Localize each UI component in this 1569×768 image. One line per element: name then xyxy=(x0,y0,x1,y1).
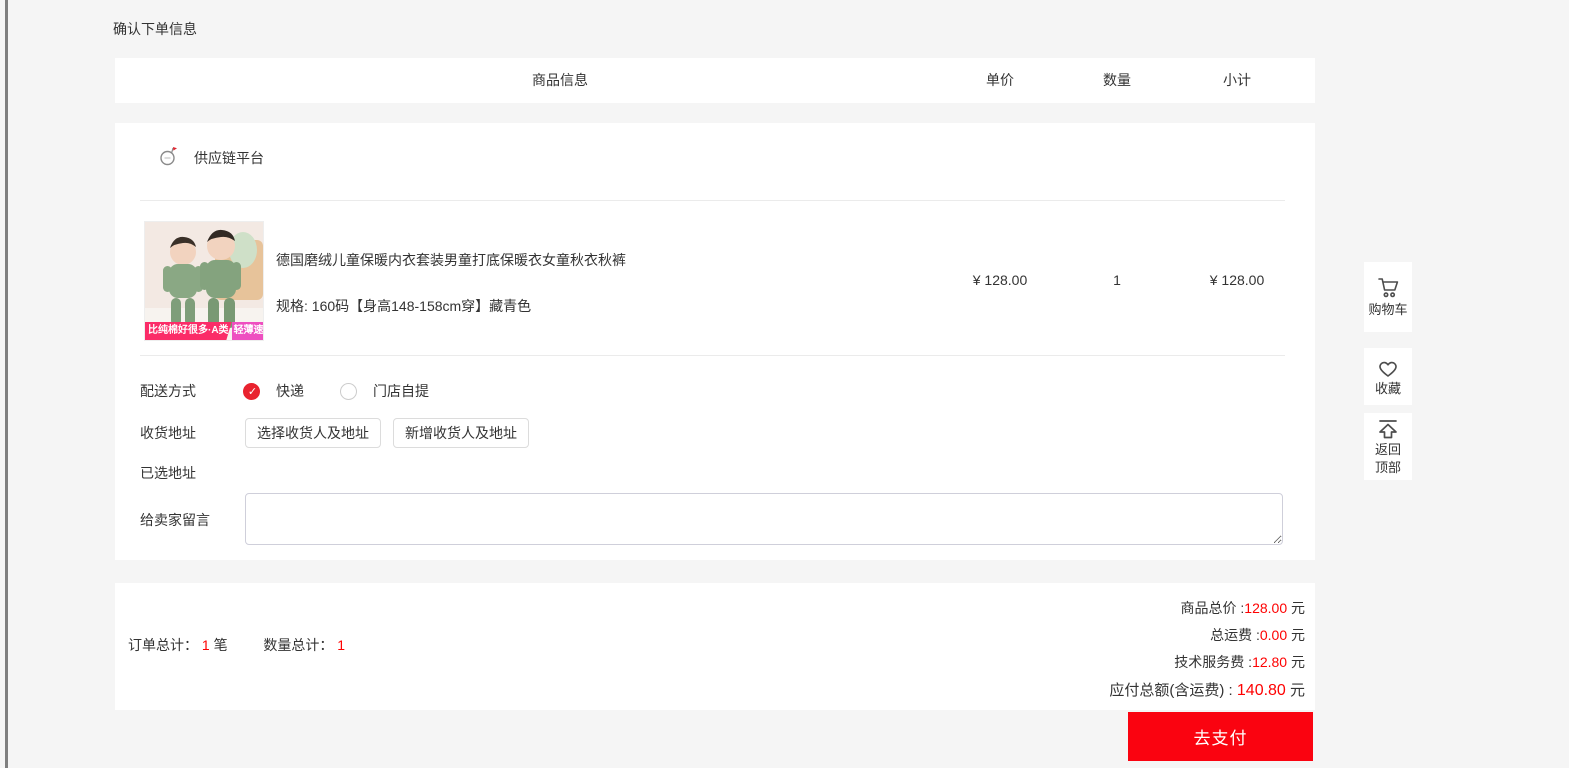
window-edge xyxy=(5,0,8,768)
column-header-product-info: 商品信息 xyxy=(532,58,588,103)
store-icon xyxy=(158,145,178,170)
quantity-total-label: 数量总计： xyxy=(263,637,333,653)
add-address-button[interactable]: 新增收货人及地址 xyxy=(393,418,529,448)
product-image-banner: 比纯棉好很多·A类 轻薄速暖 xyxy=(145,322,264,340)
page-title: 确认下单信息 xyxy=(113,19,197,39)
back-to-top-label-1: 返回 xyxy=(1375,442,1401,458)
store-name[interactable]: 供应链平台 xyxy=(194,148,264,168)
store-row: 供应链平台 xyxy=(158,145,264,170)
delivery-option-pickup[interactable]: 门店自提 xyxy=(340,381,429,401)
summary-shipping-fee: 总运费 :0.00 元 xyxy=(1210,625,1305,645)
cart-icon xyxy=(1375,276,1401,300)
price-summary: 商品总价 :128.00 元 总运费 :0.00 元 技术服务费 :12.80 … xyxy=(1109,598,1305,700)
order-totals: 订单总计： 1 笔 数量总计： 1 xyxy=(128,635,345,655)
column-header-unit-price: 单价 xyxy=(986,58,1014,103)
product-subtotal: ¥ 128.00 xyxy=(1210,272,1265,288)
selected-address-label: 已选地址 xyxy=(140,465,196,481)
summary-service-fee: 技术服务费 :12.80 元 xyxy=(1174,652,1305,672)
order-total-value: 1 xyxy=(202,637,210,653)
shipping-address-label: 收货地址 xyxy=(140,423,245,443)
heart-icon xyxy=(1375,356,1401,379)
divider xyxy=(140,200,1285,201)
divider xyxy=(140,355,1285,356)
radio-pickup[interactable] xyxy=(340,383,357,400)
product-quantity: 1 xyxy=(1113,272,1121,288)
shipping-address-row: 收货地址 选择收货人及地址 新增收货人及地址 xyxy=(140,418,529,448)
order-confirm-page: 确认下单信息 商品信息 单价 数量 小计 供应链平台 xyxy=(0,0,1569,768)
back-to-top-label-2: 顶部 xyxy=(1375,460,1401,476)
order-card: 供应链平台 xyxy=(115,123,1315,560)
product-image[interactable]: 比纯棉好很多·A类 轻薄速暖 xyxy=(144,221,264,341)
radio-pickup-label: 门店自提 xyxy=(373,381,429,401)
selected-address-row: 已选地址 xyxy=(140,463,196,483)
product-title[interactable]: 德国磨绒儿童保暖内衣套装男童打底保暖衣女童秋衣秋裤 xyxy=(276,250,936,270)
seller-message-input[interactable] xyxy=(245,493,1283,545)
favorite-label: 收藏 xyxy=(1375,381,1401,397)
go-pay-button[interactable]: 去支付 xyxy=(1128,712,1313,761)
product-spec: 规格: 160码【身高148-158cm穿】藏青色 xyxy=(276,296,936,316)
cart-label: 购物车 xyxy=(1368,302,1407,318)
table-header-card: 商品信息 单价 数量 小计 xyxy=(115,58,1315,103)
back-to-top-icon xyxy=(1376,418,1400,440)
sidebar-favorite[interactable]: 收藏 xyxy=(1364,348,1412,405)
badge-left: 比纯棉好很多·A类 xyxy=(145,322,232,340)
order-total-label: 订单总计： xyxy=(128,637,198,653)
delivery-method-row: 配送方式 快递 门店自提 xyxy=(140,375,429,407)
summary-card: 订单总计： 1 笔 数量总计： 1 商品总价 :128.00 元 总运费 :0.… xyxy=(115,583,1315,710)
seller-message-row: 给卖家留言 xyxy=(140,493,1283,545)
product-unit-price: ¥ 128.00 xyxy=(973,272,1028,288)
delivery-method-label: 配送方式 xyxy=(140,381,243,401)
summary-goods-total: 商品总价 :128.00 元 xyxy=(1181,598,1306,618)
select-address-button[interactable]: 选择收货人及地址 xyxy=(245,418,381,448)
column-header-quantity: 数量 xyxy=(1103,58,1131,103)
radio-express-label: 快递 xyxy=(276,381,304,401)
column-header-subtotal: 小计 xyxy=(1223,58,1251,103)
sidebar-back-to-top[interactable]: 返回 顶部 xyxy=(1364,413,1412,480)
sidebar-cart[interactable]: 购物车 xyxy=(1364,262,1412,332)
quantity-total-value: 1 xyxy=(337,637,345,653)
summary-payable-total: 应付总额(含运费) : 140.80 元 xyxy=(1109,679,1305,700)
order-total-unit: 笔 xyxy=(214,637,228,653)
radio-express[interactable] xyxy=(243,383,260,400)
seller-message-label: 给卖家留言 xyxy=(140,493,245,545)
delivery-option-express[interactable]: 快递 xyxy=(243,381,304,401)
badge-right: 轻薄速暖 xyxy=(232,322,264,340)
